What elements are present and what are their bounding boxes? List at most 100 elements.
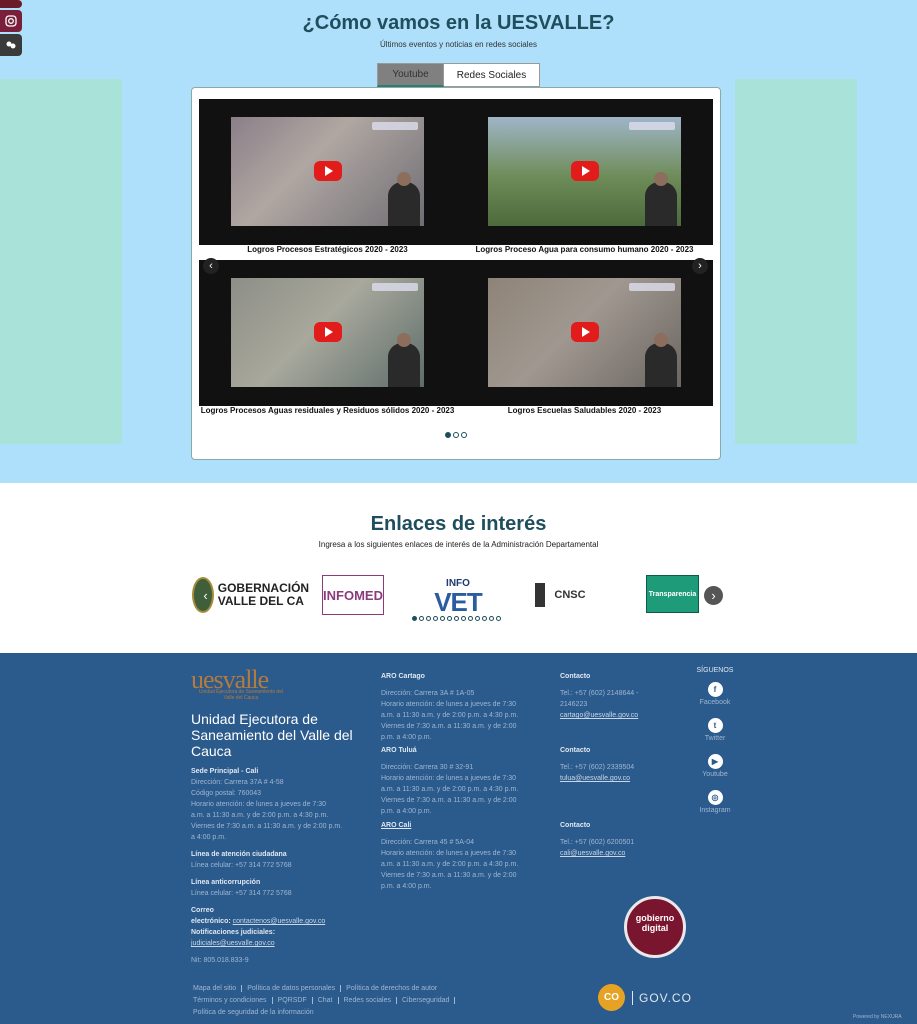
carousel-dot[interactable] xyxy=(440,616,445,621)
main-office-line: Viernes de 7:30 a.m. a 11:30 a.m. y de 2… xyxy=(191,823,343,830)
aro-tulua-line: Horario atención: de lunes a jueves de 7… xyxy=(381,775,517,782)
aro-cali-title[interactable]: ARO Cali xyxy=(381,820,546,831)
instagram-side-tab[interactable] xyxy=(0,10,22,32)
tab-redes-sociales[interactable]: Redes Sociales xyxy=(444,63,540,87)
social-youtube[interactable]: ▶ Youtube xyxy=(690,754,740,778)
footer-link[interactable]: Ciberseguridad xyxy=(396,997,456,1004)
anticorruption-line-title: Línea anticorrupción xyxy=(191,879,261,886)
carousel-dot[interactable] xyxy=(426,616,431,621)
aro-cartago-line: a.m. a 11:30 a.m. y de 2:00 p.m. a 4:30 … xyxy=(381,712,519,719)
video-card[interactable] xyxy=(199,99,456,245)
news-section: ¿Cómo vamos en la UESVALLE? Últimos even… xyxy=(0,0,917,483)
links-next-arrow-icon[interactable]: › xyxy=(704,586,723,605)
site-footer: uesvalle Unidad Ejecutora de Saneamiento… xyxy=(0,653,917,1024)
video-card[interactable] xyxy=(456,260,713,406)
video-caption[interactable]: Logros Procesos Aguas residuales y Resid… xyxy=(199,406,456,415)
carousel-dot[interactable] xyxy=(419,616,424,621)
sign-language-interpreter xyxy=(645,333,677,387)
social-instagram[interactable]: ◎ Instagram xyxy=(690,790,740,814)
accessibility-side-tab[interactable] xyxy=(0,34,22,56)
footer-link[interactable]: Política de seguridad de la información xyxy=(193,1009,319,1016)
video-card[interactable] xyxy=(456,99,713,245)
carousel-dot[interactable] xyxy=(433,616,438,621)
channel-badge xyxy=(372,122,418,130)
instagram-icon: ◎ xyxy=(707,790,723,805)
footer-link[interactable]: Política de derechos de autor xyxy=(341,985,442,992)
footer-link[interactable]: Redes sociales xyxy=(338,997,397,1004)
social-label: Twitter xyxy=(704,735,726,742)
aro-cartago-line: p.m. a 4:00 p.m. xyxy=(381,734,432,741)
news-tabs: Youtube Redes Sociales xyxy=(377,63,540,87)
infovet-main-label: VET xyxy=(434,586,483,617)
aro-cartago-block: ARO Cartago Dirección: Carrera 3A # 1A-0… xyxy=(381,671,546,743)
aro-tulua-line: p.m. a 4:00 p.m. xyxy=(381,808,432,815)
footer-link[interactable]: Política de datos personales xyxy=(242,985,342,992)
tulua-email-link[interactable]: tulua@uesvalle.gov.co xyxy=(560,775,630,782)
contact-cali-block: Contacto Tel.: +57 (602) 6200501 cali@ue… xyxy=(560,820,670,859)
aro-tulua-line: Dirección: Carrera 30 # 32-91 xyxy=(381,764,474,771)
co-colombia-badge[interactable]: CO xyxy=(598,984,625,1011)
social-facebook[interactable]: f Facebook xyxy=(690,682,740,706)
contact-email-link[interactable]: contactenos@uesvalle.gov.co xyxy=(233,918,326,925)
carousel-dot[interactable] xyxy=(412,616,417,621)
aro-cali-line: Horario atención: de lunes a jueves de 7… xyxy=(381,850,517,857)
video-carousel: Logros Procesos Estratégicos 2020 - 2023… xyxy=(191,87,721,460)
video-card[interactable] xyxy=(199,260,456,406)
carousel-dot[interactable] xyxy=(468,616,473,621)
carousel-dot[interactable] xyxy=(461,616,466,621)
carousel-next-arrow-icon[interactable]: › xyxy=(692,258,708,274)
cartago-email-link[interactable]: cartago@uesvalle.gov.co xyxy=(560,712,638,719)
carousel-dot[interactable] xyxy=(461,432,467,438)
carousel-dot[interactable] xyxy=(496,616,501,621)
play-icon[interactable] xyxy=(314,161,342,181)
carousel-dot[interactable] xyxy=(447,616,452,621)
carousel-prev-arrow-icon[interactable]: ‹ xyxy=(203,258,219,274)
carousel-dot[interactable] xyxy=(475,616,480,621)
anticorruption-line-phone: Línea celular: +57 314 772 5768 xyxy=(191,890,292,897)
video-caption[interactable]: Logros Escuelas Saludables 2020 - 2023 xyxy=(456,406,713,415)
powered-by-text[interactable]: Powered by NEXURA xyxy=(853,1014,902,1020)
sign-language-interpreter xyxy=(645,172,677,226)
gobernacion-label: GOBERNACIÓN VALLE DEL CA xyxy=(217,581,310,608)
footer-link[interactable]: PQRSDF xyxy=(272,997,313,1004)
links-prev-arrow-icon[interactable]: ‹ xyxy=(196,586,215,605)
video-thumbnail xyxy=(231,117,424,226)
aro-tulua-block: ARO Tuluá Dirección: Carrera 30 # 32-91 … xyxy=(381,745,546,817)
social-label: Facebook xyxy=(699,699,731,706)
video-caption[interactable]: Logros Procesos Estratégicos 2020 - 2023 xyxy=(199,245,456,254)
contact-cartago-block: Contacto Tel.: +57 (602) 2148644 - 21462… xyxy=(560,671,670,721)
cnsc-logo[interactable]: CNSC xyxy=(535,583,595,607)
citizen-line-phone: Línea celular: +57 314 772 5768 xyxy=(191,862,292,869)
main-office-line: Código postal: 760043 xyxy=(191,790,262,797)
play-icon[interactable] xyxy=(571,322,599,342)
play-icon[interactable] xyxy=(571,161,599,181)
footer-link[interactable]: Mapa del sitio xyxy=(193,985,243,992)
gov-co-logo[interactable]: GOV.CO xyxy=(632,991,692,1005)
aro-tulua-line: Viernes de 7:30 a.m. a 11:30 a.m. y de 2… xyxy=(381,797,517,804)
play-icon[interactable] xyxy=(314,322,342,342)
tab-youtube[interactable]: Youtube xyxy=(377,63,444,87)
footer-link[interactable]: Chat xyxy=(312,997,339,1004)
youtube-side-tab[interactable] xyxy=(0,0,22,8)
aro-cali-line: p.m. a 4:00 p.m. xyxy=(381,883,432,890)
aro-cali-block: ARO Cali Dirección: Carrera 45 # 5A-04 H… xyxy=(381,820,546,892)
social-twitter[interactable]: t Twitter xyxy=(690,718,740,742)
infomed-logo[interactable]: INFOMED xyxy=(322,575,384,615)
carousel-dot[interactable] xyxy=(489,616,494,621)
footer-link[interactable]: Términos y condiciones xyxy=(193,997,273,1004)
carousel-dot[interactable] xyxy=(482,616,487,621)
gobierno-digital-seal[interactable]: gobierno digital xyxy=(624,896,686,958)
carousel-dot[interactable] xyxy=(445,432,451,438)
video-caption[interactable]: Logros Proceso Agua para consumo humano … xyxy=(456,245,713,254)
aro-tulua-line: a.m. a 11:30 a.m. y de 2:00 p.m. a 4:30 … xyxy=(381,786,519,793)
main-office-title: Sede Principal - Cali xyxy=(191,768,259,775)
news-title: ¿Cómo vamos en la UESVALLE? xyxy=(302,12,615,34)
cali-email-link[interactable]: cali@uesvalle.gov.co xyxy=(560,850,625,857)
channel-badge xyxy=(629,283,675,291)
infovet-logo[interactable]: INFO VET xyxy=(422,574,494,618)
transparencia-logo[interactable]: Transparencia xyxy=(646,575,699,613)
judicial-email-link[interactable]: judiciales@uesvalle.gov.co xyxy=(191,940,275,947)
carousel-dot[interactable] xyxy=(454,616,459,621)
carousel-dot[interactable] xyxy=(453,432,459,438)
organization-name: Unidad Ejecutora de Saneamiento del Vall… xyxy=(191,711,353,759)
